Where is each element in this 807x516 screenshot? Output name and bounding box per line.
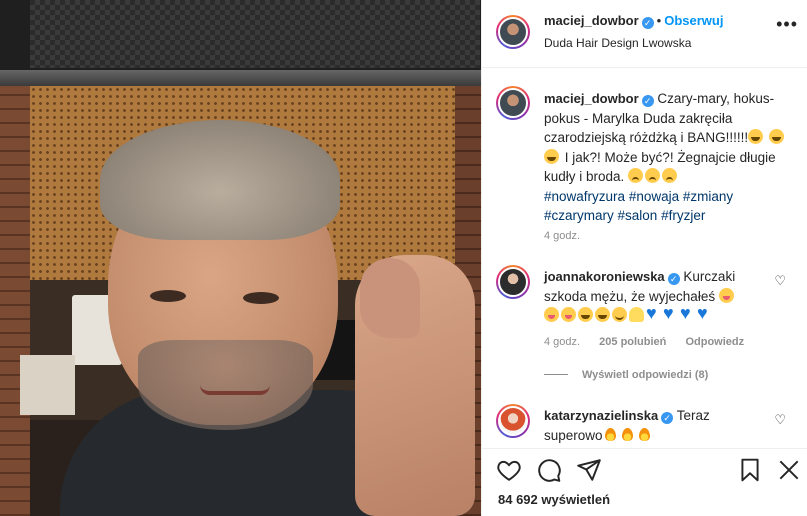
blue-heart-emoji-icon [697, 304, 712, 322]
blue-heart-emoji-icon [663, 304, 678, 322]
comment-likes[interactable]: 205 polubień [599, 336, 666, 348]
verified-icon: ✓ [641, 95, 654, 107]
hashtag[interactable]: #fryzjer [661, 208, 705, 223]
post-actions: 84 692 wyświetleń [482, 448, 807, 516]
laughing-emoji-icon [748, 129, 764, 144]
more-options-icon[interactable]: ••• [776, 14, 798, 35]
winking-emoji-icon [718, 287, 734, 303]
verified-icon: ✓ [661, 412, 674, 424]
hashtag[interactable]: #nowaja [629, 189, 679, 204]
view-count-number: 84 692 [498, 492, 538, 507]
comment-text: katarzynazielinska ✓ Teraz superowo [544, 406, 769, 445]
header-line: maciej_dowbor ✓ • Obserwuj [544, 13, 723, 29]
commenter-username[interactable]: joannakoroniewska [544, 269, 665, 284]
fire-emoji-icon [637, 427, 652, 442]
view-replies-label: Wyświetl odpowiedzi (8) [582, 369, 709, 381]
sad-emoji-icon [645, 168, 661, 183]
sad-emoji-icon [628, 168, 644, 183]
fire-emoji-icon [620, 427, 635, 442]
hashtag[interactable]: #nowafryzura [544, 189, 625, 204]
hair [100, 120, 340, 240]
laughing-emoji-icon [578, 307, 593, 322]
caption-avatar[interactable] [496, 86, 530, 120]
winking-emoji-icon [561, 307, 576, 322]
dismiss-icon[interactable] [776, 457, 802, 483]
hashtag[interactable]: #zmiany [683, 189, 733, 204]
separator-dot: • [656, 13, 662, 28]
comment-timestamp[interactable]: 4 godz. [544, 336, 580, 348]
reply-button[interactable]: Odpowiedz [685, 336, 744, 348]
laughing-emoji-icon [768, 129, 784, 144]
laughing-emoji-icon [595, 307, 610, 322]
comment-like-icon[interactable]: ♡ [774, 412, 786, 428]
mouth [200, 385, 270, 395]
caption-timestamp[interactable]: 4 godz. [544, 230, 580, 242]
heart-outline-icon[interactable] [496, 457, 522, 483]
caption-text: maciej_dowbor ✓ Czary-mary, hokus-pokus -… [544, 89, 799, 226]
follow-button[interactable]: Obserwuj [664, 13, 723, 28]
fingers [360, 258, 420, 338]
comment-like-icon[interactable]: ♡ [774, 273, 786, 289]
commenter-avatar[interactable] [496, 404, 530, 438]
left-eye [150, 290, 186, 302]
commenter-username[interactable]: katarzynazielinska [544, 408, 658, 423]
hashtag[interactable]: #salon [618, 208, 658, 223]
fire-emoji-icon [603, 427, 618, 442]
view-count-label: wyświetleń [541, 492, 611, 507]
author-avatar[interactable] [496, 15, 530, 49]
sad-emoji-icon [662, 168, 678, 183]
blue-heart-emoji-icon [646, 304, 661, 322]
verified-icon: ✓ [641, 17, 654, 29]
post-side-panel: maciej_dowbor ✓ • Obserwuj Duda Hair Design… [481, 0, 807, 516]
commenter-avatar[interactable] [496, 265, 530, 299]
winking-emoji-icon [544, 307, 559, 322]
ceiling-grid [30, 0, 480, 68]
caption-body-2: I jak?! Może być?! Żegnajcie długie kudł… [544, 149, 776, 185]
view-replies-button[interactable]: Wyświetl odpowiedzi (8) [544, 369, 708, 381]
post-header: maciej_dowbor ✓ • Obserwuj Duda Hair Design… [482, 0, 807, 68]
brick-wall-left [0, 86, 30, 516]
verified-icon: ✓ [667, 273, 680, 285]
post-media[interactable] [0, 0, 481, 516]
light-strip [0, 70, 481, 86]
paper-plane-icon[interactable] [576, 457, 602, 483]
comment-bubble-icon[interactable] [536, 457, 562, 483]
folded-hands-emoji-icon [629, 307, 644, 322]
smiling-emoji-icon [612, 307, 627, 322]
right-eye [243, 292, 279, 304]
laughing-emoji-icon [544, 148, 559, 164]
blue-heart-emoji-icon [680, 304, 695, 322]
bookmark-icon[interactable] [737, 457, 763, 483]
hashtag[interactable]: #czarymary [544, 208, 614, 223]
comment-meta: 4 godz. 205 polubień Odpowiedz [544, 336, 760, 348]
replies-line [544, 374, 568, 375]
shelf-lower [20, 355, 75, 415]
post-location[interactable]: Duda Hair Design Lwowska [544, 36, 691, 50]
author-username[interactable]: maciej_dowbor [544, 13, 639, 28]
comment-text: joannakoroniewska ✓ Kurczaki szkoda mężu,… [544, 267, 769, 326]
view-count[interactable]: 84 692 wyświetleń [498, 492, 610, 507]
caption-username[interactable]: maciej_dowbor [544, 91, 639, 106]
